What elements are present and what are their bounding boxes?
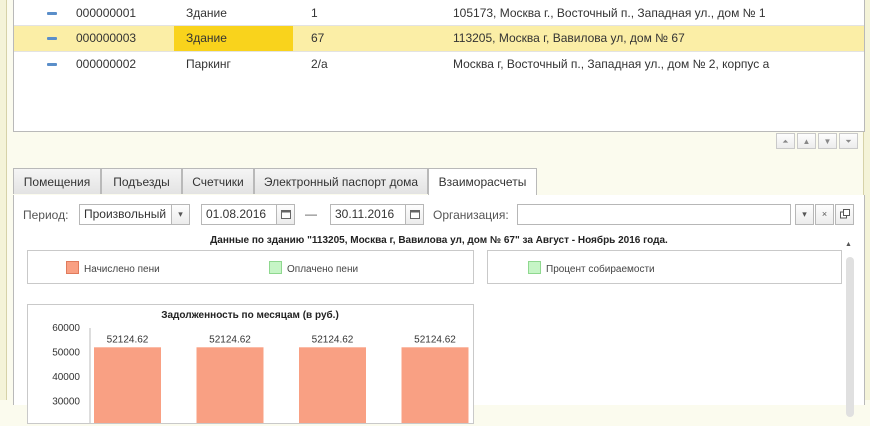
- row-number: 67: [311, 31, 325, 45]
- legend-label: Оплачено пени: [287, 264, 359, 275]
- close-icon: ×: [821, 209, 828, 219]
- row-number: 1: [311, 6, 318, 20]
- legend-swatch: [66, 261, 79, 274]
- organization-open-button[interactable]: [835, 204, 854, 225]
- tab-bar: Помещения Подъезды Счетчики Электронный …: [13, 168, 863, 196]
- open-form-icon: [839, 209, 850, 219]
- chart-bar: [299, 347, 366, 423]
- date-range-dash: —: [305, 207, 317, 221]
- y-tick-label: 60000: [52, 323, 80, 334]
- tab-meters[interactable]: Счетчики: [182, 168, 254, 194]
- move-last-icon: ⏷: [845, 137, 852, 146]
- report-title: Данные по зданию "113205, Москва г, Вави…: [210, 235, 668, 246]
- legend-item-paid-penalties: Оплачено пени: [269, 261, 358, 275]
- item-marker-icon: [47, 12, 57, 15]
- row-address: 113205, Москва г, Вавилова ул, дом № 67: [453, 31, 685, 45]
- move-up-icon: ▲: [802, 137, 811, 146]
- chevron-down-icon: ▾: [178, 209, 183, 219]
- row-code: 000000001: [76, 6, 137, 20]
- legend-label: Начислено пени: [84, 264, 160, 275]
- list-order-toolbar: ⏶ ▲ ▼ ⏷: [13, 130, 863, 151]
- chart-bar: [401, 347, 469, 423]
- tab-electronic-passport[interactable]: Электронный паспорт дома: [254, 168, 428, 194]
- period-label: Период:: [23, 208, 69, 222]
- y-tick-label: 30000: [52, 397, 80, 408]
- move-first-icon: ⏶: [782, 137, 789, 146]
- organization-clear-button[interactable]: ×: [815, 204, 834, 225]
- tab-entrances[interactable]: Подъезды: [101, 168, 182, 194]
- row-address: Москва г, Восточный п., Западная ул., до…: [453, 57, 770, 71]
- bar-value-label: 52124.62: [209, 334, 251, 345]
- row-code: 000000003: [76, 31, 137, 45]
- row-code: 000000002: [76, 57, 137, 71]
- move-down-button[interactable]: ▼: [818, 133, 837, 149]
- move-last-button[interactable]: ⏷: [839, 133, 858, 149]
- tab-settlements[interactable]: Взаиморасчеты: [428, 168, 537, 196]
- legend-swatch: [528, 261, 541, 274]
- chart-bar: [196, 347, 264, 423]
- settlements-panel: Период: Произвольный ▾ 01.08.2016 — 30.1…: [13, 195, 865, 424]
- legend-label: Процент собираемости: [546, 264, 655, 275]
- chart-title: Задолженность по месяцам (в руб.): [161, 309, 339, 321]
- item-marker-icon: [47, 63, 57, 66]
- move-down-icon: ▼: [823, 137, 832, 146]
- item-marker-icon: [47, 37, 57, 40]
- y-tick-label: 40000: [52, 372, 80, 383]
- scroll-up-icon[interactable]: ▲: [845, 241, 852, 248]
- period-dropdown-button[interactable]: ▾: [171, 204, 190, 225]
- move-first-button[interactable]: ⏶: [776, 133, 795, 149]
- buildings-list[interactable]: 000000001 Здание 1 105173, Москва г., Во…: [13, 0, 865, 132]
- window-left-border: [0, 0, 7, 400]
- y-tick-label: 50000: [52, 348, 80, 359]
- move-up-button[interactable]: ▲: [797, 133, 816, 149]
- calendar-icon: [280, 210, 291, 219]
- debt-chart: Задолженность по месяцам (в руб.) 60000 5…: [27, 304, 474, 424]
- row-type: Здание: [174, 26, 293, 51]
- calendar-icon: [409, 210, 420, 219]
- table-row[interactable]: 000000001 Здание 1 105173, Москва г., Во…: [14, 1, 864, 26]
- period-select[interactable]: Произвольный: [79, 204, 181, 225]
- date-from-calendar-button[interactable]: [276, 204, 295, 225]
- legend-item-collection-rate: Процент собираемости: [528, 261, 655, 275]
- report-scrollbar[interactable]: [846, 257, 854, 417]
- bar-value-label: 52124.62: [107, 334, 149, 345]
- legend-left: Начислено пени Оплачено пени: [27, 250, 474, 284]
- row-type: Здание: [186, 6, 227, 20]
- legend-swatch: [269, 261, 282, 274]
- row-number: 2/а: [311, 57, 328, 71]
- bar-value-label: 52124.62: [312, 334, 354, 345]
- organization-label: Организация:: [433, 208, 509, 222]
- organization-field[interactable]: [517, 204, 791, 225]
- debt-chart-svg: Задолженность по месяцам (в руб.) 60000 5…: [52, 309, 469, 423]
- date-to-calendar-button[interactable]: [405, 204, 424, 225]
- table-row[interactable]: 000000003 Здание 67 113205, Москва г, Ва…: [14, 26, 864, 51]
- chart-bar: [94, 347, 161, 423]
- organization-dropdown-button[interactable]: ▾: [795, 204, 814, 225]
- row-type: Паркинг: [186, 57, 231, 71]
- row-address: 105173, Москва г., Восточный п., Западна…: [453, 6, 766, 20]
- bar-value-label: 52124.62: [414, 334, 456, 345]
- legend-right: Процент собираемости: [487, 250, 842, 284]
- tab-premises[interactable]: Помещения: [13, 168, 101, 194]
- table-row[interactable]: 000000002 Паркинг 2/а Москва г, Восточны…: [14, 52, 864, 77]
- chevron-down-icon: ▾: [802, 209, 807, 219]
- legend-item-accrued-penalties: Начислено пени: [66, 261, 160, 275]
